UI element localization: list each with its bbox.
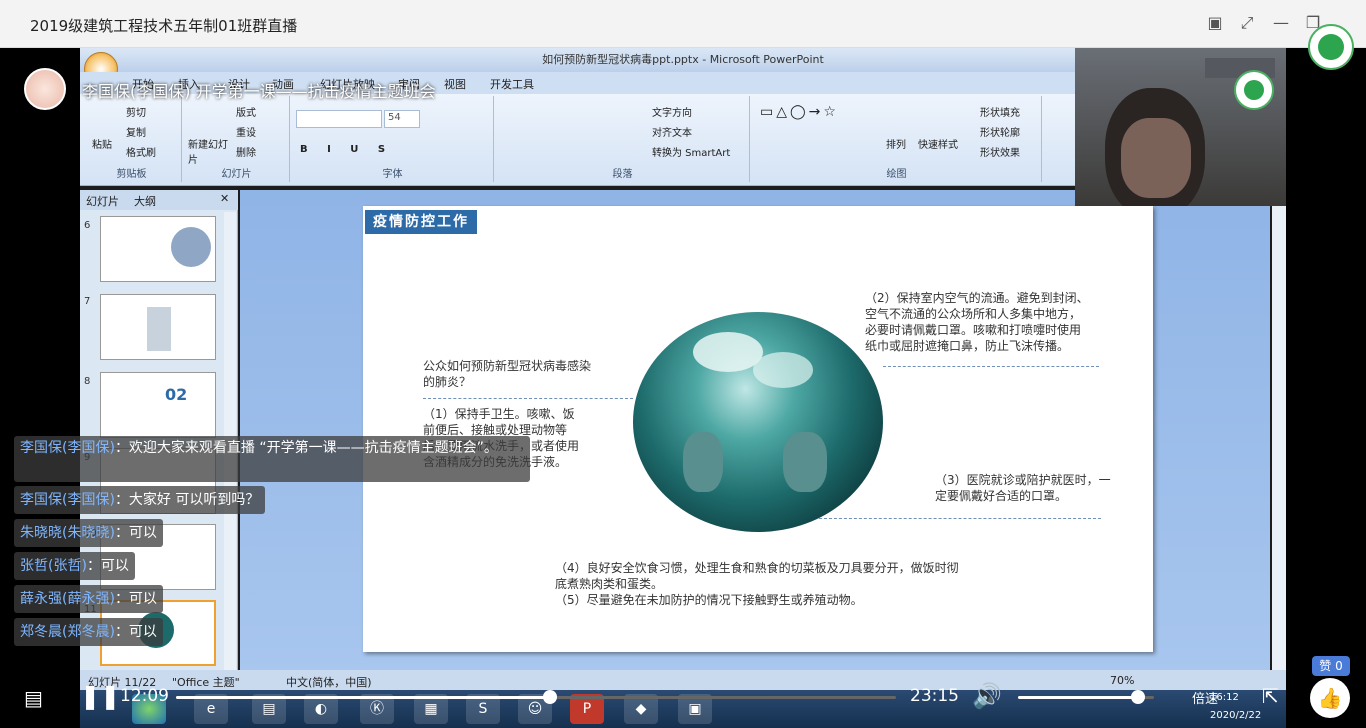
chat-message: 薛永强(薛永强)：可以	[14, 585, 163, 613]
divider	[819, 518, 1101, 519]
chat-text: ：可以	[86, 558, 129, 574]
shape-outline-button: 形状轮廓	[980, 128, 1020, 139]
thumb-number: 6	[84, 220, 91, 231]
cut-button: 剪切	[126, 108, 146, 119]
course-title: 李国保(李国保) 开学第一课——抗击疫情主题班会	[82, 82, 436, 101]
layout-button: 版式	[236, 108, 256, 119]
chat-sender: 李国保(李国保)	[20, 440, 115, 456]
surgery-photo	[633, 312, 883, 532]
slide: 疫情防控工作 公众如何预防新型冠状病毒感染的肺炎？ （1）保持手卫生。咳嗽、饭前…	[363, 206, 1153, 652]
group-label: 绘图	[886, 169, 907, 180]
shape-fill-button: 形状填充	[980, 108, 1020, 119]
copy-button: 复制	[126, 128, 146, 139]
network-signal-icon[interactable]	[1308, 24, 1354, 70]
slide-point-4: （4）良好安全饮食习惯，处理生食和熟食的切菜板及刀具要分开，做饭时彻底煮熟肉类和…	[555, 561, 959, 591]
font-group: 54 B I U S 字体	[292, 96, 494, 182]
paste-button: 粘贴	[92, 140, 112, 151]
progress-fill	[176, 696, 551, 699]
smartart-button: 转换为 SmartArt	[652, 148, 731, 159]
volume-knob[interactable]	[1130, 690, 1145, 704]
slide-thumbnail: 02	[100, 372, 216, 438]
font-name-box	[296, 110, 382, 128]
reset-button: 重设	[236, 128, 256, 139]
chat-text: ：大家好 可以听到吗？	[114, 492, 260, 508]
thumb-text: 02	[165, 385, 188, 404]
chat-sender: 李国保(李国保)	[20, 492, 115, 508]
chat-message: 张哲(张哲)：可以	[14, 552, 135, 580]
chat-sender: 张哲(张哲)	[20, 558, 87, 574]
shapes-gallery-icon: ▭△◯→☆	[760, 104, 839, 120]
ribbon-tab: 开发工具	[490, 78, 534, 91]
total-time: 23:15	[910, 686, 959, 706]
window-title: 2019级建筑工程技术五年制01班群直播	[30, 17, 298, 35]
format-painter-button: 格式刷	[126, 148, 156, 159]
chat-sender: 朱晓晓(朱晓晓)	[20, 525, 115, 541]
chat-text: ：可以	[114, 624, 157, 640]
pause-icon[interactable]: ❚❚	[80, 682, 120, 710]
align-text-button: 对齐文本	[652, 128, 692, 139]
divider	[883, 366, 1099, 367]
drawing-group: ▭△◯→☆ 排列 快速样式 形状填充 形状轮廓 形状效果 绘图	[752, 96, 1042, 182]
slides-pane-tabs: 幻灯片 大纲 ✕	[80, 190, 238, 210]
like-button[interactable]: 👍	[1310, 678, 1350, 718]
chat-sender: 薛永强(薛永强)	[20, 591, 115, 607]
speed-button[interactable]: 倍速	[1192, 688, 1218, 707]
delete-button: 删除	[236, 148, 256, 159]
font-style-buttons: B I U S	[300, 144, 394, 155]
quick-style-button: 快速样式	[918, 140, 958, 151]
player-controls: ▤ ❚❚ 12:09 23:15 🔊 倍速 ⇱	[0, 668, 1366, 728]
new-slide-button: 新建幻灯片	[188, 140, 228, 166]
tab-outline: 大纲	[134, 195, 156, 208]
chat-text: ：可以	[114, 525, 157, 541]
divider	[423, 398, 633, 399]
chat-message: 李国保(李国保)：欢迎大家来观看直播 “开学第一课——抗击疫情主题班会”。	[14, 436, 530, 482]
chat-sender: 郑冬晨(郑冬晨)	[20, 624, 115, 640]
volume-icon[interactable]: 🔊	[972, 682, 1002, 710]
arrange-button: 排列	[886, 140, 906, 151]
shape-effect-button: 形状效果	[980, 148, 1020, 159]
close-icon: ✕	[220, 192, 230, 205]
group-label: 段落	[612, 169, 633, 180]
current-time: 12:09	[120, 686, 169, 706]
slide-title: 疫情防控工作	[365, 210, 477, 234]
slide-point-5: （5）尽量避免在未加防护的情况下接触野生或养殖动物。	[555, 593, 863, 607]
group-label: 剪贴板	[116, 169, 147, 180]
tab-slides: 幻灯片	[86, 195, 119, 208]
chat-message: 李国保(李国保)：大家好 可以听到吗？	[14, 486, 266, 514]
ribbon-tab: 视图	[444, 78, 466, 91]
chat-message: 朱晓晓(朱晓晓)：可以	[14, 519, 163, 547]
thumb-number: 7	[84, 296, 91, 307]
thumb-number: 8	[84, 376, 91, 387]
group-label: 幻灯片	[221, 169, 252, 180]
thumbs-up-icon: 👍	[1317, 686, 1343, 710]
chat-text: ：欢迎大家来观看直播 “开学第一课——抗击疫情主题班会”。	[114, 440, 498, 456]
paragraph-group: 文字方向 对齐文本 转换为 SmartArt 段落	[496, 96, 750, 182]
slide-thumbnail	[100, 216, 216, 282]
like-count-badge: 赞 0	[1312, 656, 1350, 676]
window-titlebar: 2019级建筑工程技术五年制01班群直播 ▣ ⤢ — ❐	[0, 0, 1366, 48]
chat-text: ：可以	[114, 591, 157, 607]
share-icon[interactable]: ⇱	[1262, 684, 1279, 708]
slide-question: 公众如何预防新型冠状病毒感染的肺炎？	[423, 359, 592, 389]
progress-knob[interactable]	[543, 690, 558, 704]
minimize-icon[interactable]: —	[1270, 12, 1292, 34]
text-direction-button: 文字方向	[652, 108, 692, 119]
wifi-signal-icon	[1234, 70, 1274, 110]
slide-scrollbar	[1272, 190, 1286, 676]
group-label: 字体	[382, 169, 403, 180]
live-video: 如何预防新型冠状病毒ppt.pptx - Microsoft PowerPoin…	[80, 48, 1286, 728]
slide-thumbnail	[100, 294, 216, 360]
fullscreen-icon[interactable]: ⤢	[1236, 12, 1258, 34]
slide-point-2: （2）保持室内空气的流通。避免到封闭、空气不流通的公众场所和人多集中地方，必要时…	[865, 291, 1089, 353]
pip-icon[interactable]: ▣	[1204, 12, 1226, 34]
slides-group: 新建幻灯片 版式 重设 删除 幻灯片	[184, 96, 290, 182]
slide-point-3: （3）医院就诊或陪护就医时，一定要佩戴好合适的口罩。	[935, 473, 1111, 503]
danmaku-icon[interactable]: ▤	[24, 686, 43, 710]
volume-fill	[1018, 696, 1138, 699]
progress-track[interactable]	[176, 696, 896, 699]
clipboard-group: 粘贴 剪切 复制 格式刷 剪贴板	[82, 96, 182, 182]
presenter-avatar[interactable]	[24, 68, 66, 110]
font-size-box: 54	[384, 110, 420, 128]
chat-message: 郑冬晨(郑冬晨)：可以	[14, 618, 163, 646]
